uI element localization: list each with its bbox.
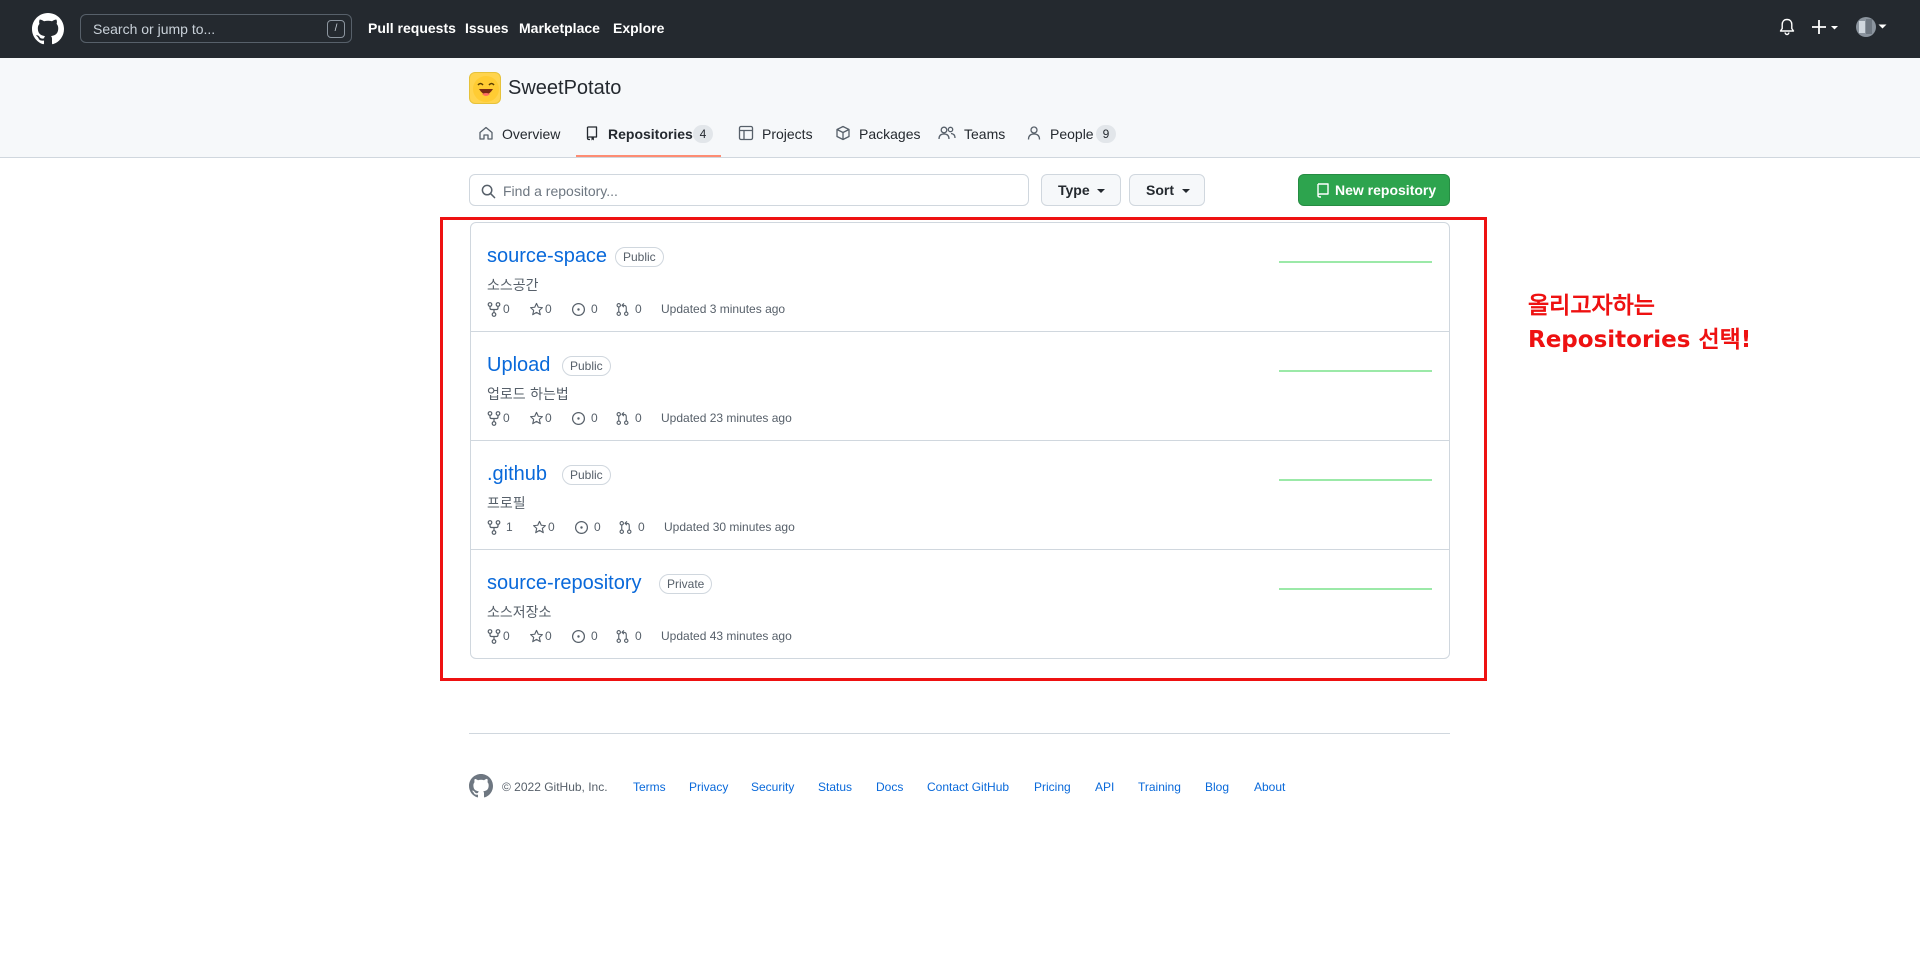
new-repository-button[interactable]: New repository (1298, 174, 1450, 206)
search-placeholder: Search or jump to... (93, 21, 216, 37)
create-new-plus-icon[interactable] (1811, 18, 1839, 36)
sort-filter-button[interactable]: Sort (1129, 174, 1205, 206)
tab-teams[interactable]: Teams (938, 124, 1006, 154)
tab-overview[interactable]: Overview (478, 124, 561, 154)
repo-icon (586, 126, 598, 141)
search-shortcut-key: / (327, 20, 345, 38)
footer-link-blog[interactable]: Blog (1205, 780, 1229, 794)
package-icon (836, 125, 850, 141)
footer-link-about[interactable]: About (1254, 780, 1285, 794)
people-icon (938, 126, 956, 140)
github-logo-icon[interactable] (32, 13, 64, 45)
nav-issues[interactable]: Issues (465, 20, 509, 36)
tab-label: People (1050, 126, 1094, 142)
footer-link-training[interactable]: Training (1138, 780, 1181, 794)
tab-label: Packages (859, 126, 921, 142)
type-caret-icon (1097, 189, 1105, 193)
person-icon (1027, 126, 1041, 140)
footer-link-privacy[interactable]: Privacy (689, 780, 728, 794)
footer-divider (469, 733, 1450, 734)
tab-repositories[interactable]: Repositories 4 (584, 124, 719, 154)
tab-packages[interactable]: Packages (835, 124, 921, 154)
notification-bell-icon[interactable] (1779, 18, 1795, 36)
org-name[interactable]: SweetPotato (508, 77, 621, 100)
nav-marketplace[interactable]: Marketplace (519, 20, 600, 36)
user-avatar[interactable] (1856, 17, 1876, 37)
home-icon (479, 126, 493, 140)
table-icon (738, 125, 754, 141)
search-icon (481, 184, 496, 199)
tab-people[interactable]: People 9 (1026, 124, 1120, 154)
footer-link-contact[interactable]: Contact GitHub (927, 780, 1009, 794)
footer-link-api[interactable]: API (1095, 780, 1114, 794)
org-avatar[interactable] (469, 72, 501, 104)
type-filter-label: Type (1058, 182, 1090, 198)
annotation-note: 올리고자하는 Repositories 선택! (1528, 289, 1751, 357)
repositories-count-badge: 4 (693, 125, 713, 143)
nav-explore[interactable]: Explore (613, 20, 664, 36)
tab-label: Repositories (608, 126, 693, 142)
people-count-badge: 9 (1096, 125, 1116, 143)
global-search-input[interactable]: Search or jump to... / (80, 14, 352, 43)
active-tab-underline (576, 155, 721, 157)
type-filter-button[interactable]: Type (1041, 174, 1121, 206)
avatar-dropdown-caret-icon[interactable] (1878, 24, 1887, 30)
global-header: Search or jump to... / Pull requests Iss… (0, 0, 1920, 58)
annotation-highlight-box (440, 217, 1487, 681)
footer-link-docs[interactable]: Docs (876, 780, 903, 794)
github-footer-logo-icon[interactable] (469, 774, 493, 798)
footer-copyright: © 2022 GitHub, Inc. (502, 780, 608, 794)
repo-icon (1317, 183, 1329, 198)
sort-filter-label: Sort (1146, 182, 1174, 198)
sort-caret-icon (1182, 189, 1190, 193)
new-repository-label: New repository (1335, 182, 1437, 198)
footer-link-pricing[interactable]: Pricing (1034, 780, 1071, 794)
tab-label: Projects (762, 126, 813, 142)
sweetpotato-face-icon (473, 76, 499, 102)
nav-pull-requests[interactable]: Pull requests (368, 20, 456, 36)
annotation-line-1: 올리고자하는 (1528, 293, 1655, 319)
footer-link-terms[interactable]: Terms (633, 780, 666, 794)
tab-label: Overview (502, 126, 561, 142)
tab-label: Teams (964, 126, 1006, 142)
org-header: SweetPotato Overview Repositories 4 Proj… (0, 58, 1920, 158)
annotation-line-2: Repositories 선택! (1528, 327, 1752, 353)
footer-link-status[interactable]: Status (818, 780, 852, 794)
find-repository-input[interactable]: Find a repository... (469, 174, 1029, 206)
footer-link-security[interactable]: Security (751, 780, 794, 794)
find-repository-placeholder: Find a repository... (503, 183, 618, 199)
tab-projects[interactable]: Projects (738, 124, 813, 154)
